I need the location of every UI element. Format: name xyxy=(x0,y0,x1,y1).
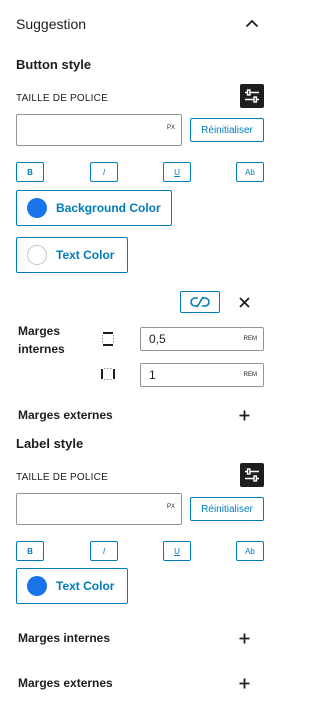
label-underline-button[interactable]: U xyxy=(163,541,191,561)
label-text-color-button[interactable]: Text Color xyxy=(16,568,128,604)
label-padding-expand-button[interactable] xyxy=(237,631,251,645)
button-font-size-settings-button[interactable] xyxy=(240,84,264,108)
plus-icon xyxy=(239,678,249,688)
label-font-size-reset-button[interactable]: Réinitialiser xyxy=(190,497,264,521)
label-text-color-swatch xyxy=(27,576,47,596)
button-bold-button[interactable]: B xyxy=(16,162,44,182)
background-color-label: Background Color xyxy=(56,201,161,215)
padding-vertical-input-wrap: REM xyxy=(140,327,264,351)
unlink-sides-button[interactable] xyxy=(180,291,220,313)
button-letter-case-button[interactable]: Ab xyxy=(236,162,264,182)
plus-icon xyxy=(239,410,249,420)
button-italic-button[interactable]: I xyxy=(90,162,118,182)
label-italic-button[interactable]: I xyxy=(90,541,118,561)
label-font-size-label: TAILLE DE POLICE xyxy=(16,472,108,483)
label-text-color-label: Text Color xyxy=(56,579,115,593)
label-font-size-unit: PX xyxy=(166,504,175,510)
collapse-panel-button[interactable] xyxy=(243,14,261,32)
button-font-size-unit: PX xyxy=(166,125,175,131)
link-off-icon xyxy=(190,296,210,308)
background-color-swatch xyxy=(27,198,47,218)
button-background-color-button[interactable]: Background Color xyxy=(16,190,172,226)
horizontal-sides-icon xyxy=(101,367,115,381)
label-letter-case-button[interactable]: Ab xyxy=(236,541,264,561)
label-font-size-input-wrap: PX xyxy=(16,493,182,525)
sliders-icon xyxy=(245,89,259,103)
button-text-color-button[interactable]: Text Color xyxy=(16,237,128,273)
text-color-swatch xyxy=(27,245,47,265)
panel-title: Suggestion xyxy=(16,16,87,32)
padding-vertical-unit: REM xyxy=(243,336,257,342)
button-style-title: Button style xyxy=(16,57,92,72)
label-margin-expand-button[interactable] xyxy=(237,676,251,690)
button-font-size-input[interactable] xyxy=(17,115,181,145)
padding-horizontal-input-wrap: REM xyxy=(140,363,264,387)
plus-icon xyxy=(239,633,249,643)
button-font-size-input-wrap: PX xyxy=(16,114,182,146)
text-color-label: Text Color xyxy=(56,248,115,262)
label-font-size-settings-button[interactable] xyxy=(240,463,264,487)
vertical-sides-icon xyxy=(101,332,115,346)
label-margin-label: Marges externes xyxy=(18,676,113,690)
button-padding-label: Marges internes xyxy=(18,324,65,356)
label-bold-button[interactable]: B xyxy=(16,541,44,561)
button-font-size-reset-button[interactable]: Réinitialiser xyxy=(190,118,264,142)
button-margin-expand-button[interactable] xyxy=(237,408,251,422)
reset-padding-button[interactable] xyxy=(236,294,252,310)
label-padding-label: Marges internes xyxy=(18,631,111,645)
close-icon xyxy=(238,296,250,308)
button-margin-label: Marges externes xyxy=(18,408,113,422)
padding-horizontal-unit: REM xyxy=(243,372,257,378)
button-font-size-label: TAILLE DE POLICE xyxy=(16,93,108,104)
label-style-title: Label style xyxy=(16,436,84,451)
button-underline-button[interactable]: U xyxy=(163,162,191,182)
chevron-up-icon xyxy=(245,19,259,27)
sliders-icon xyxy=(245,468,259,482)
label-font-size-input[interactable] xyxy=(17,494,181,524)
